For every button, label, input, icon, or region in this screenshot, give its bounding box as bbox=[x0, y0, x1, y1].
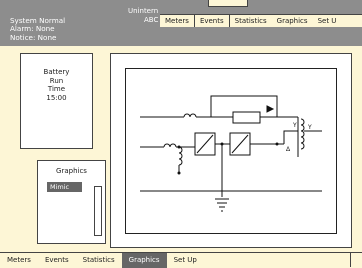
notice-line: Notice: None bbox=[10, 32, 57, 42]
graphics-scrollbar[interactable] bbox=[94, 186, 102, 236]
graphics-menu-title: Graphics bbox=[56, 167, 87, 175]
time-label: Time bbox=[47, 85, 66, 93]
maintenance-switch-icon bbox=[266, 105, 275, 113]
battery-icon bbox=[215, 198, 229, 212]
mimic-button[interactable]: Mimic bbox=[47, 182, 82, 192]
tab-statistics[interactable]: Statistics bbox=[76, 253, 122, 268]
branch-node bbox=[177, 171, 181, 175]
tab-meters[interactable]: Meters bbox=[160, 15, 194, 27]
top-popup-frame bbox=[208, 0, 248, 7]
battery-run-time-card: Battery Run Time 15:00 bbox=[20, 53, 93, 149]
wye-symbol-1: Y bbox=[292, 122, 297, 129]
battery-label: Battery bbox=[43, 68, 70, 76]
tab-meters[interactable]: Meters bbox=[0, 253, 38, 268]
tab-statistics[interactable]: Statistics bbox=[230, 15, 272, 27]
input-inductor-icon bbox=[163, 143, 177, 148]
transformer-coil bbox=[300, 118, 305, 150]
run-label: Run bbox=[49, 76, 64, 85]
static-switch-icon bbox=[232, 111, 261, 124]
graphics-menu-card: Graphics Mimic bbox=[37, 160, 106, 244]
title-line-2: ABC bbox=[144, 16, 159, 24]
tab-graphics[interactable]: Graphics bbox=[121, 253, 167, 268]
run-time-value: 15:00 bbox=[46, 93, 67, 102]
mimic-diagram: Y Δ Y bbox=[125, 68, 337, 234]
input-node bbox=[177, 145, 181, 149]
title-line-1: Unintern bbox=[128, 7, 159, 15]
wye-symbol-2: Y bbox=[307, 124, 312, 131]
mimic-panel: Y Δ Y bbox=[110, 53, 352, 248]
dc-node bbox=[220, 142, 224, 146]
top-tab-bar: Meters Events Statistics Graphics Set U bbox=[160, 14, 362, 27]
bypass-inductor-icon bbox=[183, 113, 197, 118]
delta-symbol: Δ bbox=[286, 146, 291, 153]
tab-graphics[interactable]: Graphics bbox=[272, 15, 313, 27]
tab-divider bbox=[350, 252, 351, 267]
battery-run-time: Battery Run Time 15:00 bbox=[21, 68, 92, 102]
system-status: System Normal Alarm: None Notice: None bbox=[10, 16, 65, 42]
battery-branch-icon bbox=[178, 146, 183, 166]
bottom-tab-bar: Meters Events Statistics Graphics Set Up bbox=[0, 252, 362, 268]
ups-one-line-diagram: Y Δ Y bbox=[140, 95, 322, 212]
tab-events[interactable]: Events bbox=[38, 253, 76, 268]
output-node bbox=[275, 142, 279, 146]
tab-setup[interactable]: Set U bbox=[313, 15, 342, 27]
transformer-link bbox=[283, 130, 298, 144]
tab-setup[interactable]: Set Up bbox=[167, 253, 204, 268]
tab-events[interactable]: Events bbox=[193, 15, 230, 27]
device-title: Unintern ABC bbox=[128, 7, 158, 25]
